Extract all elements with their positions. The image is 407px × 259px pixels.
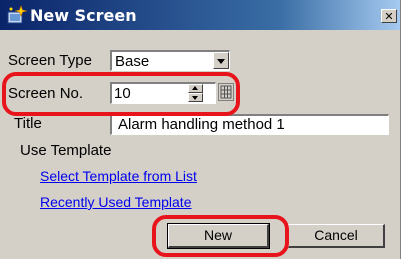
title-input[interactable]: Alarm handling method 1: [110, 114, 389, 135]
cancel-button[interactable]: Cancel: [288, 224, 385, 248]
close-icon: ✕: [384, 10, 394, 23]
spin-down-icon[interactable]: [188, 93, 203, 102]
screen-type-select[interactable]: Base: [110, 50, 230, 71]
spin-up-icon[interactable]: [188, 84, 203, 93]
new-button[interactable]: New: [167, 223, 270, 249]
dialog-title: New Screen: [30, 6, 137, 25]
screen-no-spinner[interactable]: [188, 84, 203, 102]
keypad-button[interactable]: [218, 83, 234, 101]
title-bar[interactable]: New Screen ✕: [0, 0, 400, 30]
keypad-icon: [220, 85, 232, 99]
new-screen-icon: [7, 5, 28, 24]
screen-type-value: Base: [115, 53, 150, 70]
close-button[interactable]: ✕: [381, 9, 397, 23]
screen-no-value: 10: [114, 85, 131, 102]
title-label: Title: [14, 115, 42, 132]
screen-no-label: Screen No.: [8, 85, 84, 102]
screen-type-label: Screen Type: [8, 52, 92, 69]
new-screen-dialog: New Screen ✕ Screen Type Base Screen No.…: [0, 0, 401, 259]
use-template-label: Use Template: [20, 142, 112, 159]
recent-template-link[interactable]: Recently Used Template: [40, 194, 191, 210]
chevron-down-icon[interactable]: [213, 52, 229, 69]
title-value: Alarm handling method 1: [118, 116, 285, 133]
select-template-link[interactable]: Select Template from List: [40, 168, 197, 184]
